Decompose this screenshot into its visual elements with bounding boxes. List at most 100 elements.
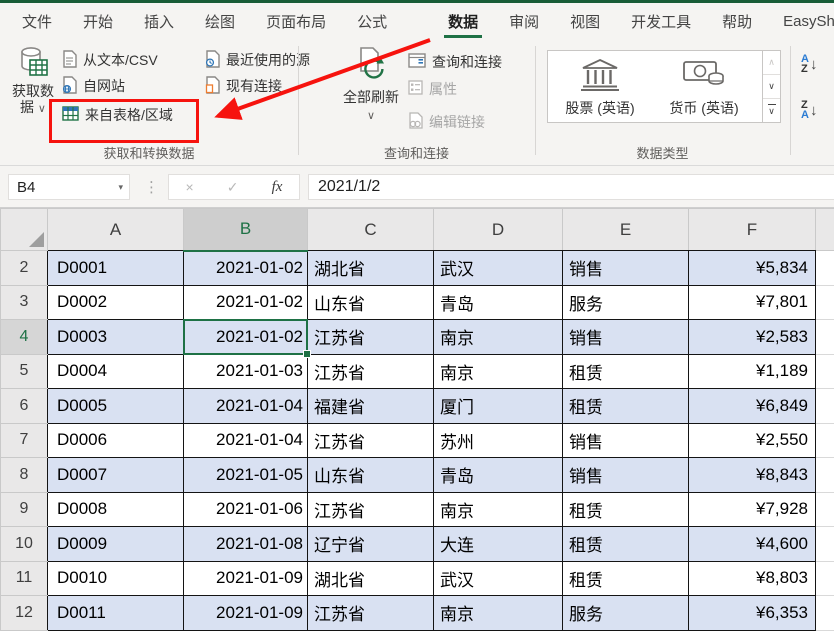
column-header-c[interactable]: C	[307, 208, 434, 251]
cell-B4[interactable]: 2021-01-02	[183, 319, 312, 358]
cell-C12[interactable]: 江苏省	[307, 595, 434, 631]
cell-D6[interactable]: 厦门	[433, 388, 563, 424]
properties-button[interactable]: 属性	[408, 77, 457, 101]
from-web-button[interactable]: 自网站	[62, 74, 125, 98]
cell-E3[interactable]: 服务	[562, 284, 689, 320]
row-header-4[interactable]: 4	[0, 319, 48, 355]
cell-overflow[interactable]	[815, 491, 834, 527]
queries-connections-button[interactable]: 查询和连接	[408, 50, 502, 74]
cell-C6[interactable]: 福建省	[307, 388, 434, 424]
cell-overflow[interactable]	[815, 353, 834, 389]
sort-descending-button[interactable]: ZA ↓	[801, 100, 817, 121]
cell-C10[interactable]: 辽宁省	[307, 526, 434, 562]
tab-developer[interactable]: 开发工具	[629, 3, 693, 40]
row-header-6[interactable]: 6	[0, 388, 48, 424]
row-header-5[interactable]: 5	[0, 353, 48, 389]
name-box-dropdown-icon[interactable]: ▾	[118, 182, 123, 193]
tab-file[interactable]: 文件	[20, 3, 54, 40]
cell-A12[interactable]: D0011	[47, 595, 184, 631]
cell-D3[interactable]: 青岛	[433, 284, 563, 320]
cell-E7[interactable]: 销售	[562, 422, 689, 458]
column-header-d[interactable]: D	[433, 208, 563, 251]
from-text-csv-button[interactable]: 从文本/CSV	[62, 48, 158, 72]
cell-E4[interactable]: 销售	[562, 319, 689, 355]
cell-A3[interactable]: D0002	[47, 284, 184, 320]
row-header-9[interactable]: 9	[0, 491, 48, 527]
formula-input[interactable]: 2021/1/2	[308, 174, 834, 200]
enter-icon[interactable]: ✓	[227, 179, 239, 196]
cell-A6[interactable]: D0005	[47, 388, 184, 424]
cell-F9[interactable]: ¥7,928	[688, 491, 816, 527]
cell-B5[interactable]: 2021-01-03	[183, 353, 308, 389]
cell-A10[interactable]: D0009	[47, 526, 184, 562]
cell-C5[interactable]: 江苏省	[307, 353, 434, 389]
cell-F2[interactable]: ¥5,834	[688, 250, 816, 286]
gallery-scroll-down-button[interactable]: ∨	[763, 75, 780, 99]
cell-F6[interactable]: ¥6,849	[688, 388, 816, 424]
insert-function-icon[interactable]: fx	[272, 179, 283, 196]
cell-F5[interactable]: ¥1,189	[688, 353, 816, 389]
tab-home[interactable]: 开始	[81, 3, 115, 40]
cell-E6[interactable]: 租赁	[562, 388, 689, 424]
cell-F11[interactable]: ¥8,803	[688, 560, 816, 596]
cell-overflow[interactable]	[815, 560, 834, 596]
cell-E11[interactable]: 租赁	[562, 560, 689, 596]
row-header-8[interactable]: 8	[0, 457, 48, 493]
tab-help[interactable]: 帮助	[720, 3, 754, 40]
cell-A9[interactable]: D0008	[47, 491, 184, 527]
cell-B6[interactable]: 2021-01-04	[183, 388, 308, 424]
cell-D7[interactable]: 苏州	[433, 422, 563, 458]
tab-easyshu[interactable]: EasyShu	[781, 3, 834, 40]
get-data-button[interactable]: 获取数 据 ∨	[8, 46, 58, 115]
row-header-7[interactable]: 7	[0, 422, 48, 458]
cell-B9[interactable]: 2021-01-06	[183, 491, 308, 527]
cell-C7[interactable]: 江苏省	[307, 422, 434, 458]
cell-F3[interactable]: ¥7,801	[688, 284, 816, 320]
cell-D5[interactable]: 南京	[433, 353, 563, 389]
cell-B7[interactable]: 2021-01-04	[183, 422, 308, 458]
tab-page-layout[interactable]: 页面布局	[264, 3, 328, 40]
cancel-icon[interactable]: ×	[186, 179, 194, 195]
cell-F7[interactable]: ¥2,550	[688, 422, 816, 458]
refresh-all-button[interactable]: 全部刷新 ∨	[336, 46, 406, 122]
cell-overflow[interactable]	[815, 319, 834, 355]
cell-E8[interactable]: 销售	[562, 457, 689, 493]
cell-E10[interactable]: 租赁	[562, 526, 689, 562]
cell-A4[interactable]: D0003	[47, 319, 184, 355]
gallery-scroll-up-button[interactable]: ∧	[763, 51, 780, 75]
tab-view[interactable]: 视图	[568, 3, 602, 40]
cell-overflow[interactable]	[815, 457, 834, 493]
cell-A7[interactable]: D0006	[47, 422, 184, 458]
row-header-10[interactable]: 10	[0, 526, 48, 562]
cell-B12[interactable]: 2021-01-09	[183, 595, 308, 631]
cell-E2[interactable]: 销售	[562, 250, 689, 286]
cell-overflow[interactable]	[815, 388, 834, 424]
cell-overflow[interactable]	[815, 595, 834, 631]
sort-ascending-button[interactable]: AZ ↓	[801, 54, 817, 75]
cell-F4[interactable]: ¥2,583	[688, 319, 816, 355]
cell-D12[interactable]: 南京	[433, 595, 563, 631]
cell-D9[interactable]: 南京	[433, 491, 563, 527]
cell-F8[interactable]: ¥8,843	[688, 457, 816, 493]
cell-A11[interactable]: D0010	[47, 560, 184, 596]
cell-D8[interactable]: 青岛	[433, 457, 563, 493]
gallery-more-button[interactable]: ∨	[763, 99, 780, 122]
row-header-12[interactable]: 12	[0, 595, 48, 631]
tab-data[interactable]: 数据	[444, 3, 483, 40]
cell-C3[interactable]: 山东省	[307, 284, 434, 320]
cell-F12[interactable]: ¥6,353	[688, 595, 816, 631]
cell-E5[interactable]: 租赁	[562, 353, 689, 389]
column-header-b[interactable]: B	[183, 208, 308, 252]
cell-D11[interactable]: 武汉	[433, 560, 563, 596]
cell-overflow[interactable]	[815, 422, 834, 458]
column-header-overflow[interactable]	[815, 208, 834, 251]
cell-C4[interactable]: 江苏省	[307, 319, 434, 355]
edit-links-button[interactable]: 编辑链接	[408, 110, 485, 134]
cell-A2[interactable]: D0001	[47, 250, 184, 286]
tab-insert[interactable]: 插入	[142, 3, 176, 40]
cell-D10[interactable]: 大连	[433, 526, 563, 562]
recent-sources-button[interactable]: 最近使用的源	[205, 48, 310, 72]
cell-E12[interactable]: 服务	[562, 595, 689, 631]
tab-review[interactable]: 审阅	[507, 3, 541, 40]
currency-data-type[interactable]: 货币 (英语)	[652, 51, 756, 122]
